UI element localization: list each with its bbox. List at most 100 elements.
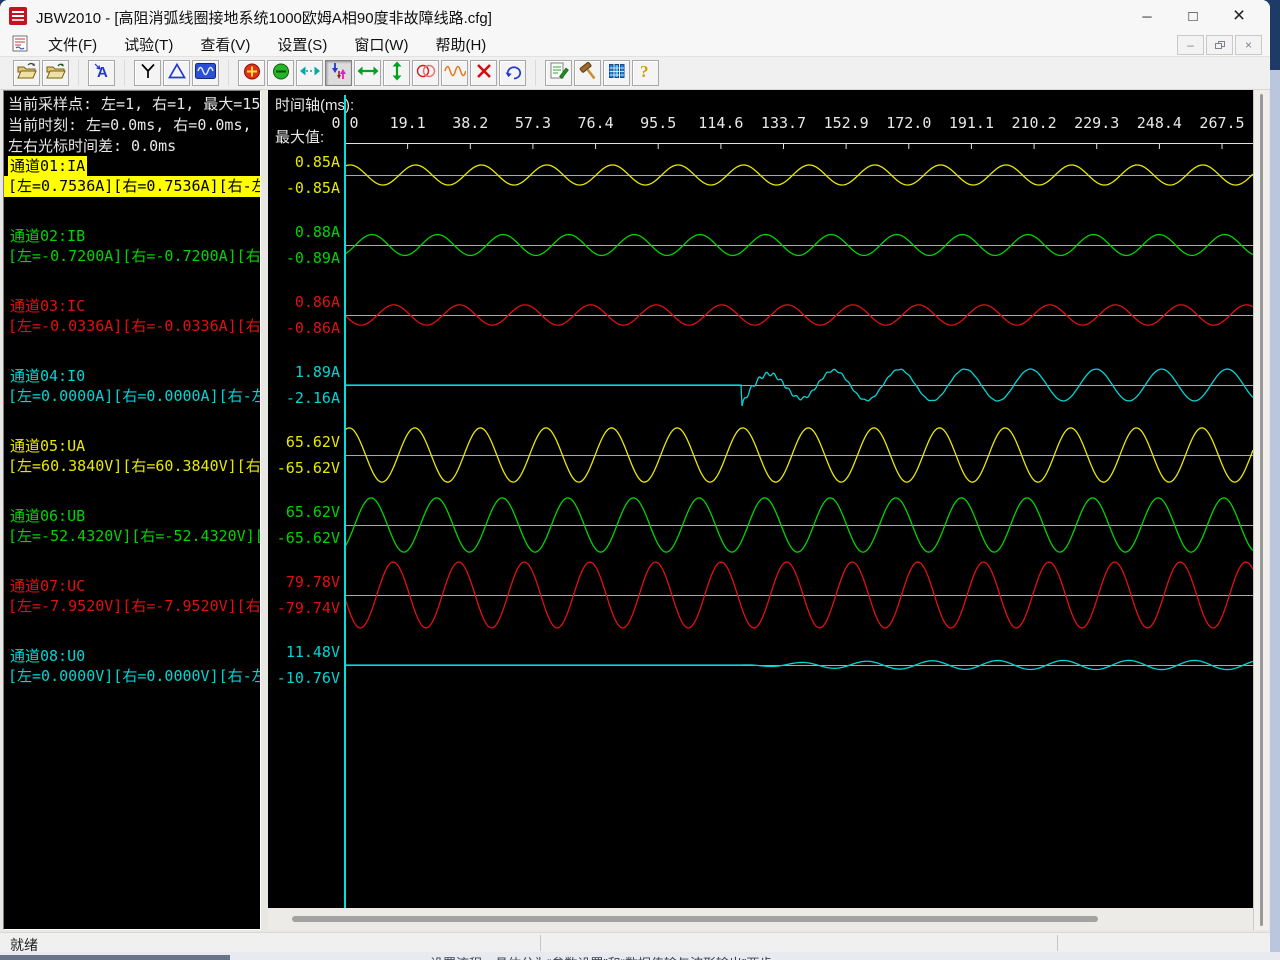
menu-item-1[interactable]: 试验(T) bbox=[118, 33, 179, 56]
channel-cursor-values: [左=-0.7200A][右=-0.7200A][右- bbox=[4, 246, 261, 267]
y-connection-button[interactable] bbox=[134, 60, 161, 86]
waveform-view-icon bbox=[195, 62, 216, 84]
channel-min-value: -0.89A bbox=[270, 249, 340, 267]
expand-horizontal-button[interactable] bbox=[354, 60, 381, 86]
time-tick-label: 229.3 bbox=[1074, 114, 1119, 132]
channel-max-value: 1.89A bbox=[270, 363, 340, 381]
open-file-alt-button[interactable] bbox=[42, 60, 69, 86]
edit-report-button[interactable] bbox=[545, 60, 572, 86]
menu-item-4[interactable]: 窗口(W) bbox=[348, 33, 414, 56]
delta-connection-button[interactable] bbox=[163, 60, 190, 86]
time-tick-label: 19.1 bbox=[390, 114, 426, 132]
time-tick-label: 38.2 bbox=[452, 114, 488, 132]
menu-item-2[interactable]: 查看(V) bbox=[194, 33, 256, 56]
channel-info-08[interactable]: 通道08:U0[左=0.0000V][右=0.0000V][右-左 bbox=[4, 646, 261, 690]
vertical-scrollbar-thumb[interactable] bbox=[1260, 94, 1263, 926]
help-icon: ? bbox=[638, 62, 654, 85]
mdi-restore-button[interactable] bbox=[1206, 35, 1233, 55]
compress-horizontal-button[interactable] bbox=[296, 60, 323, 86]
app-icon bbox=[9, 7, 27, 25]
channel-info-03[interactable]: 通道03:IC[左=-0.0336A][右=-0.0336A][右- bbox=[4, 296, 261, 340]
overlay-waves-icon bbox=[415, 62, 437, 84]
channel-min-value: -65.62V bbox=[270, 529, 340, 547]
channel-max-value: 65.62V bbox=[270, 503, 340, 521]
expand-horizontal-icon bbox=[357, 62, 379, 84]
channel-label: 通道03:IC bbox=[8, 296, 87, 316]
left-cursor-line[interactable] bbox=[344, 95, 346, 908]
waveform-canvas bbox=[345, 143, 1253, 908]
time-tick-label: 248.4 bbox=[1137, 114, 1182, 132]
channel-info-05[interactable]: 通道05:UA[左=60.3840V][右=60.3840V][右- bbox=[4, 436, 261, 480]
harmonic-bars-button[interactable] bbox=[603, 60, 630, 86]
time-tick-label: 210.2 bbox=[1011, 114, 1056, 132]
menu-item-3[interactable]: 设置(S) bbox=[271, 33, 333, 56]
channel-cursor-values: [左=0.7536A][右=0.7536A][右-左 bbox=[4, 176, 261, 197]
channel-label: 通道08:U0 bbox=[8, 646, 87, 666]
title-bar: JBW2010 - [高阻消弧线圈接地系统1000欧姆A相90度非故障线路.cf… bbox=[0, 0, 1270, 32]
window-controls: ─ □ × bbox=[1124, 0, 1262, 32]
channel-min-value: -0.86A bbox=[270, 319, 340, 337]
menu-item-0[interactable]: 文件(F) bbox=[42, 33, 103, 56]
channel-cursor-values: [左=-7.9520V][右=-7.9520V][右- bbox=[4, 596, 261, 617]
expand-vertical-button[interactable] bbox=[383, 60, 410, 86]
channel-cursor-values: [左=-0.0336A][右=-0.0336A][右- bbox=[4, 316, 261, 337]
time-tick-label: 76.4 bbox=[578, 114, 614, 132]
toolbar-group-2 bbox=[134, 60, 229, 86]
zoom-in-circle-button[interactable] bbox=[238, 60, 265, 86]
window-title: JBW2010 - [高阻消弧线圈接地系统1000欧姆A相90度非故障线路.cf… bbox=[36, 7, 492, 28]
svg-text:?: ? bbox=[640, 62, 649, 81]
mdi-window-controls: – × bbox=[1177, 35, 1262, 55]
open-file-button[interactable] bbox=[13, 60, 40, 86]
channel-max-value: 65.62V bbox=[270, 433, 340, 451]
mdi-close-button[interactable]: × bbox=[1235, 35, 1262, 55]
delete-x-button[interactable] bbox=[470, 60, 497, 86]
zoom-out-circle-button[interactable] bbox=[267, 60, 294, 86]
toolbar-group-1: A bbox=[88, 60, 125, 86]
mdi-minimize-button[interactable]: – bbox=[1177, 35, 1204, 55]
compress-horizontal-icon bbox=[299, 62, 321, 84]
channel-info-01[interactable]: 通道01:IA[左=0.7536A][右=0.7536A][右-左 bbox=[4, 156, 261, 200]
restore-icon bbox=[1215, 41, 1224, 49]
channel-info-07[interactable]: 通道07:UC[左=-7.9520V][右=-7.9520V][右- bbox=[4, 576, 261, 620]
horizontal-scrollbar-thumb[interactable] bbox=[292, 916, 1098, 922]
time-tick-label: 191.1 bbox=[949, 114, 994, 132]
channel-max-value: 11.48V bbox=[270, 643, 340, 661]
waveform-view-button[interactable] bbox=[192, 60, 219, 86]
delta-connection-icon bbox=[167, 62, 187, 84]
time-tick-label: 172.0 bbox=[886, 114, 931, 132]
channel-info-06[interactable]: 通道06:UB[左=-52.4320V][右=-52.4320V][ bbox=[4, 506, 261, 550]
channel-min-value: -10.76V bbox=[270, 669, 340, 687]
hammer-tool-button[interactable] bbox=[574, 60, 601, 86]
channel-label: 通道06:UB bbox=[8, 506, 87, 526]
overlay-waves-button[interactable] bbox=[412, 60, 439, 86]
undo-button[interactable] bbox=[499, 60, 526, 86]
document-icon bbox=[12, 35, 31, 52]
background-window-text: 设置流程，具体分为“参数设置”和“数据传输与波形输出”两步 bbox=[430, 953, 772, 960]
app-window: JBW2010 - [高阻消弧线圈接地系统1000欧姆A相90度非故障线路.cf… bbox=[0, 0, 1270, 952]
channel-info-02[interactable]: 通道02:IB[左=-0.7200A][右=-0.7200A][右- bbox=[4, 226, 261, 270]
horizontal-scrollbar[interactable] bbox=[268, 908, 1253, 930]
channel-min-value: -65.62V bbox=[270, 459, 340, 477]
menu-item-5[interactable]: 帮助(H) bbox=[429, 33, 492, 56]
time-tick-label: 114.6 bbox=[698, 114, 743, 132]
y-connection-icon bbox=[138, 62, 158, 84]
cursor-tool-icon bbox=[329, 61, 349, 85]
cursor-tool-button[interactable] bbox=[325, 60, 352, 86]
channel-info-04[interactable]: 通道04:I0[左=0.0000A][右=0.0000A][右-左 bbox=[4, 366, 261, 410]
maximize-button[interactable]: □ bbox=[1170, 0, 1216, 32]
close-button[interactable]: × bbox=[1216, 0, 1262, 32]
client-area: 当前采样点: 左=1, 右=1, 最大=1581当前时刻: 左=0.0ms, 右… bbox=[0, 90, 1270, 932]
time-axis-label: 时间轴(ms): bbox=[275, 94, 354, 115]
channel-min-value: -79.74V bbox=[270, 599, 340, 617]
sample-info-line-0: 当前采样点: 左=1, 右=1, 最大=1581 bbox=[8, 93, 261, 114]
minimize-button[interactable]: ─ bbox=[1124, 0, 1170, 32]
phase-a-marker-button[interactable]: A bbox=[88, 60, 115, 86]
toolbar: A? bbox=[0, 56, 1270, 90]
status-divider bbox=[540, 935, 541, 951]
time-tick-label: 152.9 bbox=[824, 114, 869, 132]
sine-wave-button[interactable] bbox=[441, 60, 468, 86]
help-button[interactable]: ? bbox=[632, 60, 659, 86]
status-bar: 就绪 bbox=[0, 932, 1270, 952]
vertical-scrollbar[interactable] bbox=[1253, 90, 1269, 930]
open-file-alt-icon bbox=[45, 62, 67, 85]
